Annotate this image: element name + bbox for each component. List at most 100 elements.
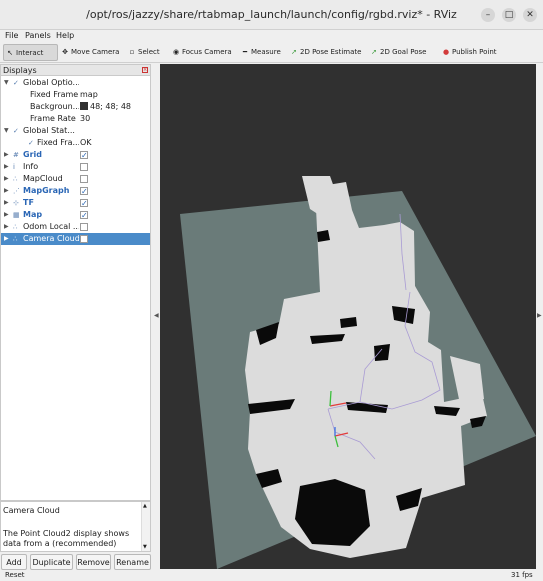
menu-panels[interactable]: Panels — [25, 30, 51, 42]
tree-label: TF — [23, 198, 34, 207]
frame-rate-value[interactable]: 30 — [80, 113, 90, 125]
graph-icon: ⋰ — [13, 187, 20, 195]
color-swatch — [80, 102, 88, 110]
expand-arrow-icon[interactable]: ▶ — [4, 233, 9, 245]
select-tool[interactable]: ▫ Select — [126, 44, 162, 61]
tree-row-grid[interactable]: ▶ # Grid ✓ — [1, 149, 150, 161]
tree-label: Camera Cloud — [23, 234, 79, 243]
tree-label: Fixed Fra... — [37, 138, 79, 147]
select-icon: ▫ — [129, 48, 135, 56]
tree-row-mapcloud[interactable]: ▶ ∴ MapCloud — [1, 173, 150, 185]
scroll-up-icon[interactable]: ▲ — [143, 503, 147, 509]
collapse-left-icon[interactable]: ◀ — [154, 312, 159, 319]
toolbar: ↖ Interact ✥ Move Camera ▫ Select ◉ Focus Ca… — [0, 42, 543, 63]
tree-row-odom-local[interactable]: ▶ ∴ Odom Local ... — [1, 221, 150, 233]
status-bar: Reset 31 fps — [0, 570, 543, 581]
close-window-button[interactable]: ✕ — [523, 8, 537, 22]
scroll-down-icon[interactable]: ▼ — [143, 544, 147, 550]
expand-arrow-icon[interactable]: ▼ — [4, 125, 9, 137]
displays-header: Displays × — [1, 65, 150, 76]
tree-label: Backgroun... — [30, 102, 79, 111]
enable-checkbox[interactable]: ✓ — [80, 211, 88, 220]
displays-title: Displays — [3, 66, 37, 75]
expand-arrow-icon[interactable]: ▶ — [4, 161, 9, 173]
tree-row-background[interactable]: Backgroun... 48; 48; 48 — [1, 101, 150, 113]
fixed-frame-value[interactable]: map — [80, 89, 98, 101]
tree-row-camera-cloud[interactable]: ▶ ∴ Camera Cloud — [1, 233, 150, 245]
expand-arrow-icon[interactable]: ▶ — [4, 221, 9, 233]
tree-row-mapgraph[interactable]: ▶ ⋰ MapGraph ✓ — [1, 185, 150, 197]
menu-file[interactable]: File — [5, 30, 18, 42]
enable-checkbox[interactable] — [80, 235, 88, 243]
move-camera-tool[interactable]: ✥ Move Camera — [59, 44, 121, 61]
tree-label: Grid — [23, 150, 42, 159]
background-color-value[interactable]: 48; 48; 48 — [80, 101, 131, 113]
publish-point-tool[interactable]: ● Publish Point — [440, 44, 499, 61]
render-view[interactable] — [160, 64, 536, 569]
maximize-button[interactable]: □ — [502, 8, 516, 22]
remove-button[interactable]: Remove — [76, 554, 111, 570]
tf-icon: ⊹ — [13, 199, 19, 207]
interact-label: Interact — [16, 49, 44, 57]
close-panel-icon[interactable]: × — [142, 67, 148, 73]
pose-estimate-tool[interactable]: ➚ 2D Pose Estimate — [288, 44, 363, 61]
goal-pose-tool[interactable]: ➚ 2D Goal Pose — [368, 44, 428, 61]
enable-checkbox[interactable]: ✓ — [80, 151, 88, 160]
map-icon: ▦ — [13, 211, 20, 219]
status-value: OK — [80, 138, 92, 147]
rename-button[interactable]: Rename — [114, 554, 151, 570]
focus-camera-label: Focus Camera — [182, 48, 232, 56]
tree-row-global-options[interactable]: ▼ ✓ Global Optio... — [1, 77, 150, 89]
enable-checkbox[interactable]: ✓ — [80, 187, 88, 196]
focus-icon: ◉ — [172, 48, 180, 56]
tree-row-global-status[interactable]: ▼ ✓ Global Stat... — [1, 125, 150, 137]
expand-arrow-icon[interactable]: ▶ — [4, 149, 9, 161]
tree-row-tf[interactable]: ▶ ⊹ TF ✓ — [1, 197, 150, 209]
background-color-text: 48; 48; 48 — [90, 102, 132, 111]
duplicate-button[interactable]: Duplicate — [30, 554, 73, 570]
expand-arrow-icon[interactable]: ▶ — [4, 197, 9, 209]
collapse-right-icon[interactable]: ▶ — [537, 312, 542, 319]
tree-label: Map — [23, 210, 43, 219]
enable-checkbox[interactable] — [80, 223, 88, 231]
pose-arrow-icon: ➚ — [291, 48, 297, 56]
description-scrollbar[interactable]: ▲ ▼ — [141, 502, 150, 551]
measure-label: Measure — [251, 48, 281, 56]
select-label: Select — [138, 48, 160, 56]
minimize-button[interactable]: – — [481, 8, 495, 22]
tree-row-fixed-frame-status[interactable]: ✓ Fixed Fra... OK — [1, 137, 150, 149]
tree-row-map[interactable]: ▶ ▦ Map ✓ — [1, 209, 150, 221]
expand-arrow-icon[interactable]: ▼ — [4, 77, 9, 89]
goal-pose-label: 2D Goal Pose — [380, 48, 427, 56]
status-ok-icon: ✓ — [13, 127, 19, 135]
tree-label: Fixed Frame — [30, 90, 79, 99]
expand-arrow-icon[interactable]: ▶ — [4, 185, 9, 197]
reset-button[interactable]: Reset — [5, 570, 25, 581]
tree-row-info[interactable]: ▶ i Info — [1, 161, 150, 173]
focus-camera-tool[interactable]: ◉ Focus Camera — [170, 44, 234, 61]
title-bar: /opt/ros/jazzy/share/rtabmap_launch/laun… — [0, 0, 543, 30]
enable-checkbox[interactable] — [80, 163, 88, 171]
enable-checkbox[interactable] — [80, 175, 88, 183]
description-text: The Point Cloud2 display shows data from… — [3, 529, 130, 548]
interact-tool[interactable]: ↖ Interact — [3, 44, 58, 61]
publish-point-label: Publish Point — [452, 48, 497, 56]
tree-label: Global Stat... — [23, 126, 75, 135]
cloud-icon: ∴ — [13, 175, 18, 183]
status-ok-icon: ✓ — [28, 139, 34, 147]
tree-row-fixed-frame[interactable]: Fixed Frame map — [1, 89, 150, 101]
settings-icon: ✓ — [13, 79, 19, 87]
add-button[interactable]: Add — [1, 554, 27, 570]
tree-row-frame-rate[interactable]: Frame Rate 30 — [1, 113, 150, 125]
fps-label: 31 fps — [511, 571, 533, 579]
menu-help[interactable]: Help — [56, 30, 74, 42]
expand-arrow-icon[interactable]: ▶ — [4, 209, 9, 221]
grid-icon: # — [13, 151, 19, 159]
description-title: Camera Cloud — [3, 506, 60, 515]
expand-arrow-icon[interactable]: ▶ — [4, 173, 9, 185]
tree-label: Info — [23, 162, 39, 171]
tree-label: Odom Local ... — [23, 222, 79, 231]
move-camera-label: Move Camera — [71, 48, 120, 56]
enable-checkbox[interactable]: ✓ — [80, 199, 88, 208]
measure-tool[interactable]: ━ Measure — [239, 44, 283, 61]
